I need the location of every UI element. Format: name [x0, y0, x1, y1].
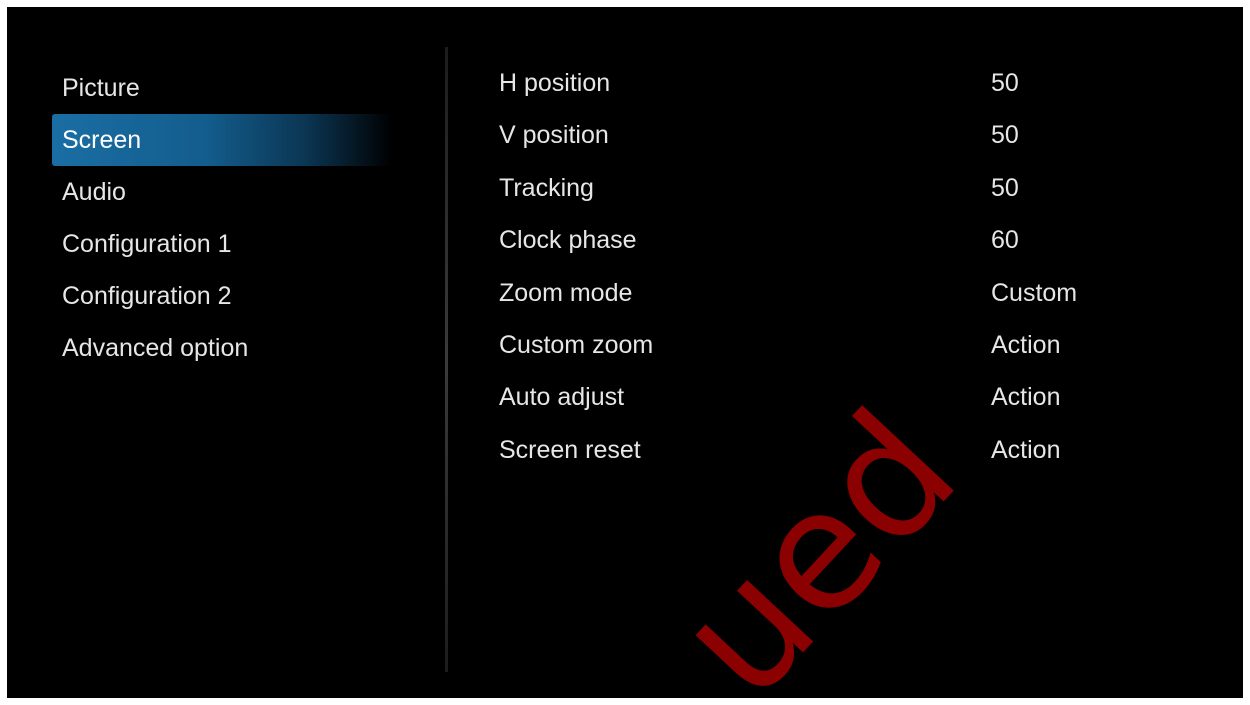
menu-item-advanced-option[interactable]: Advanced option: [52, 322, 392, 374]
menu-item-audio[interactable]: Audio: [52, 166, 392, 218]
setting-value: Action: [991, 383, 1061, 412]
setting-label: Tracking: [499, 173, 594, 202]
setting-row-screen-reset[interactable]: Screen reset Action: [499, 424, 1199, 476]
setting-row-v-position[interactable]: V position 50: [499, 109, 1199, 161]
setting-value: Action: [991, 435, 1061, 464]
setting-label: Zoom mode: [499, 278, 633, 307]
setting-value: Custom: [991, 278, 1078, 307]
setting-label: Custom zoom: [499, 330, 654, 359]
setting-label: H position: [499, 69, 611, 97]
main-menu: Picture Screen Audio Configuration 1 Con…: [52, 62, 392, 374]
setting-value: 50: [991, 121, 1019, 150]
setting-row-custom-zoom[interactable]: Custom zoom Action: [499, 319, 1199, 371]
setting-label: Auto adjust: [499, 383, 625, 412]
setting-label: Screen reset: [499, 435, 641, 464]
menu-item-screen[interactable]: Screen: [52, 114, 392, 166]
panel-divider: [445, 47, 448, 672]
settings-list: H position 50 V position 50 Tracking 50 …: [499, 57, 1199, 476]
setting-row-h-position[interactable]: H position 50: [499, 57, 1199, 109]
setting-value: 50: [991, 69, 1019, 97]
setting-label: Clock phase: [499, 226, 637, 255]
setting-row-zoom-mode[interactable]: Zoom mode Custom: [499, 267, 1199, 319]
setting-row-clock-phase[interactable]: Clock phase 60: [499, 214, 1199, 266]
setting-label: V position: [499, 121, 609, 150]
setting-value: Action: [991, 330, 1061, 359]
setting-row-tracking[interactable]: Tracking 50: [499, 162, 1199, 214]
menu-item-configuration-2[interactable]: Configuration 2: [52, 270, 392, 322]
menu-item-picture[interactable]: Picture: [52, 62, 392, 114]
osd-screen: Picture Screen Audio Configuration 1 Con…: [7, 7, 1243, 698]
setting-row-auto-adjust[interactable]: Auto adjust Action: [499, 371, 1199, 423]
menu-item-configuration-1[interactable]: Configuration 1: [52, 218, 392, 270]
setting-value: 60: [991, 226, 1019, 255]
setting-value: 50: [991, 173, 1019, 202]
